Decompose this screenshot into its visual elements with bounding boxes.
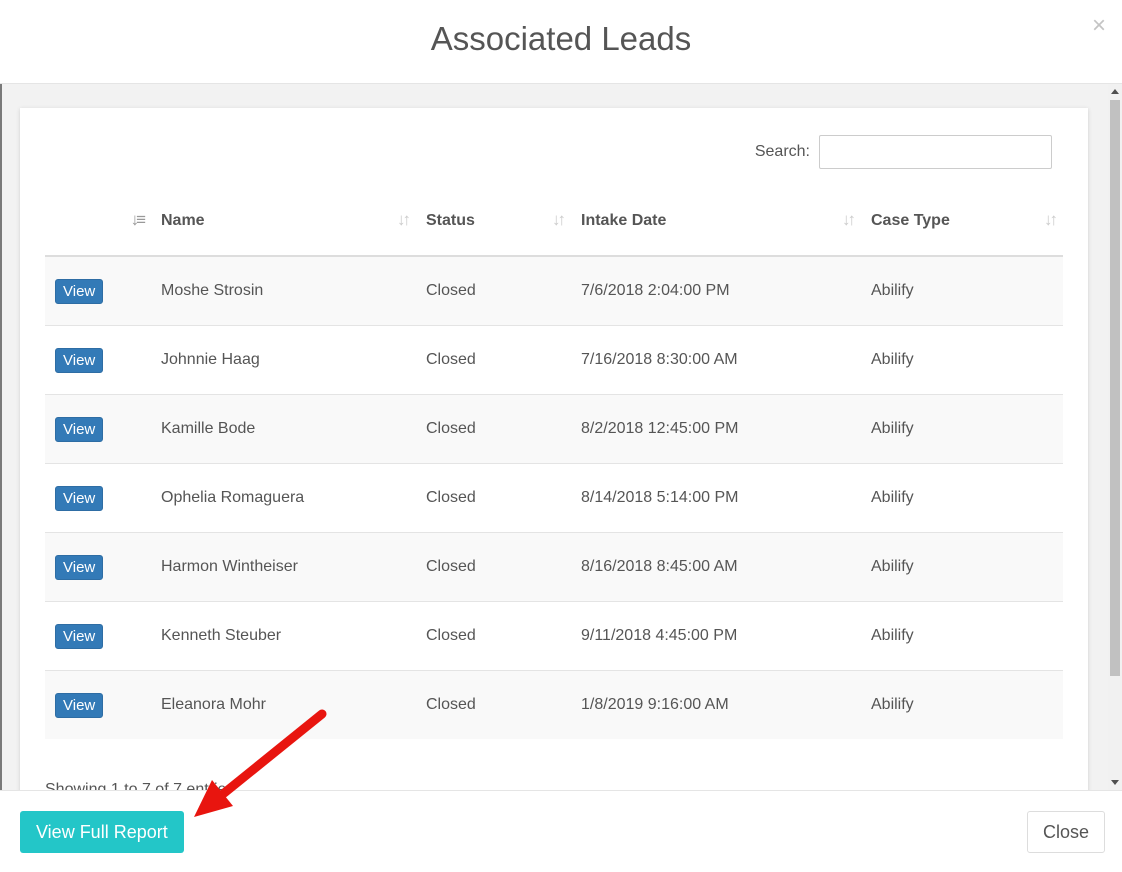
action-cell: View — [45, 669, 151, 739]
column-header-name[interactable]: Name ↓↑ — [151, 186, 416, 257]
case-type-cell: Abilify — [861, 324, 1063, 394]
scrollbar-thumb[interactable] — [1110, 100, 1120, 676]
column-header-action[interactable]: ↓≡ — [45, 186, 151, 257]
intake-date-cell: 7/6/2018 2:04:00 PM — [571, 255, 861, 325]
search-input[interactable] — [819, 135, 1052, 169]
case-type-cell: Abilify — [861, 393, 1063, 463]
table-info: Showing 1 to 7 of 7 entries — [45, 781, 235, 790]
action-cell: View — [45, 255, 151, 325]
name-cell: Kenneth Steuber — [151, 600, 416, 670]
modal-footer: View Full Report Close — [0, 790, 1122, 872]
column-header-intake-date[interactable]: Intake Date ↓↑ — [571, 186, 861, 257]
table-row: View Moshe Strosin Closed 7/6/2018 2:04:… — [45, 255, 1063, 325]
close-icon[interactable]: × — [1092, 14, 1106, 38]
case-type-cell: Abilify — [861, 600, 1063, 670]
sort-icon: ↓↑ — [842, 210, 856, 229]
action-cell: View — [45, 462, 151, 532]
scroll-up-arrow-icon[interactable] — [1111, 89, 1119, 94]
name-cell: Moshe Strosin — [151, 255, 416, 325]
status-cell: Closed — [416, 462, 571, 532]
column-header-label: Case Type — [871, 211, 950, 229]
table-row: View Johnnie Haag Closed 7/16/2018 8:30:… — [45, 324, 1063, 394]
name-cell: Eleanora Mohr — [151, 669, 416, 739]
leads-table: ↓≡ Name ↓↑ Status ↓↑ Intake Date ↓↑ Case… — [45, 186, 1063, 739]
view-full-report-button[interactable]: View Full Report — [20, 811, 184, 853]
table-row: View Kamille Bode Closed 8/2/2018 12:45:… — [45, 393, 1063, 463]
intake-date-cell: 8/14/2018 5:14:00 PM — [571, 462, 861, 532]
intake-date-cell: 8/2/2018 12:45:00 PM — [571, 393, 861, 463]
view-button[interactable]: View — [55, 555, 104, 580]
scroll-down-arrow-icon[interactable] — [1111, 780, 1119, 785]
sort-icon: ↓↑ — [552, 210, 566, 229]
case-type-cell: Abilify — [861, 462, 1063, 532]
action-cell: View — [45, 393, 151, 463]
column-header-label: Status — [426, 211, 475, 229]
name-cell: Kamille Bode — [151, 393, 416, 463]
table-row: View Eleanora Mohr Closed 1/8/2019 9:16:… — [45, 669, 1063, 739]
table-row: View Ophelia Romaguera Closed 8/14/2018 … — [45, 462, 1063, 532]
modal-title: Associated Leads — [430, 20, 692, 57]
leads-table-card: Search: ↓≡ Name ↓↑ Status ↓↑ Intake Date… — [20, 108, 1088, 790]
view-button[interactable]: View — [55, 693, 104, 719]
case-type-cell: Abilify — [861, 669, 1063, 739]
intake-date-cell: 8/16/2018 8:45:00 AM — [571, 531, 861, 601]
action-cell: View — [45, 600, 151, 670]
intake-date-cell: 1/8/2019 9:16:00 AM — [571, 669, 861, 739]
name-cell: Johnnie Haag — [151, 324, 416, 394]
status-cell: Closed — [416, 669, 571, 739]
intake-date-cell: 9/11/2018 4:45:00 PM — [571, 600, 861, 670]
status-cell: Closed — [416, 531, 571, 601]
table-row: View Harmon Wintheiser Closed 8/16/2018 … — [45, 531, 1063, 601]
intake-date-cell: 7/16/2018 8:30:00 AM — [571, 324, 861, 394]
column-header-case-type[interactable]: Case Type ↓↑ — [861, 186, 1063, 257]
associated-leads-modal: Associated Leads × Search: ↓≡ Name ↓↑ St… — [0, 0, 1122, 872]
view-button[interactable]: View — [55, 624, 104, 649]
action-cell: View — [45, 324, 151, 394]
name-cell: Harmon Wintheiser — [151, 531, 416, 601]
status-cell: Closed — [416, 255, 571, 325]
column-header-status[interactable]: Status ↓↑ — [416, 186, 571, 257]
modal-scrollbar[interactable] — [1108, 84, 1122, 790]
view-button[interactable]: View — [55, 279, 104, 305]
table-header-row: ↓≡ Name ↓↑ Status ↓↑ Intake Date ↓↑ Case… — [45, 186, 1063, 257]
status-cell: Closed — [416, 600, 571, 670]
column-header-label: Intake Date — [581, 211, 667, 229]
status-cell: Closed — [416, 393, 571, 463]
search-box: Search: — [755, 135, 1052, 169]
name-cell: Ophelia Romaguera — [151, 462, 416, 532]
case-type-cell: Abilify — [861, 531, 1063, 601]
sort-amount-down-icon: ↓≡ — [130, 210, 147, 229]
modal-body: Search: ↓≡ Name ↓↑ Status ↓↑ Intake Date… — [2, 84, 1122, 790]
search-label: Search: — [754, 143, 810, 160]
modal-header: Associated Leads × — [0, 0, 1122, 84]
view-button[interactable]: View — [55, 417, 104, 442]
case-type-cell: Abilify — [861, 255, 1063, 325]
close-button[interactable]: Close — [1026, 811, 1105, 853]
column-header-label: Name — [161, 211, 205, 229]
table-row: View Kenneth Steuber Closed 9/11/2018 4:… — [45, 600, 1063, 670]
view-button[interactable]: View — [55, 486, 104, 511]
sort-icon: ↓↑ — [1044, 210, 1058, 229]
action-cell: View — [45, 531, 151, 601]
sort-icon: ↓↑ — [397, 210, 411, 229]
status-cell: Closed — [416, 324, 571, 394]
view-button[interactable]: View — [55, 348, 104, 373]
